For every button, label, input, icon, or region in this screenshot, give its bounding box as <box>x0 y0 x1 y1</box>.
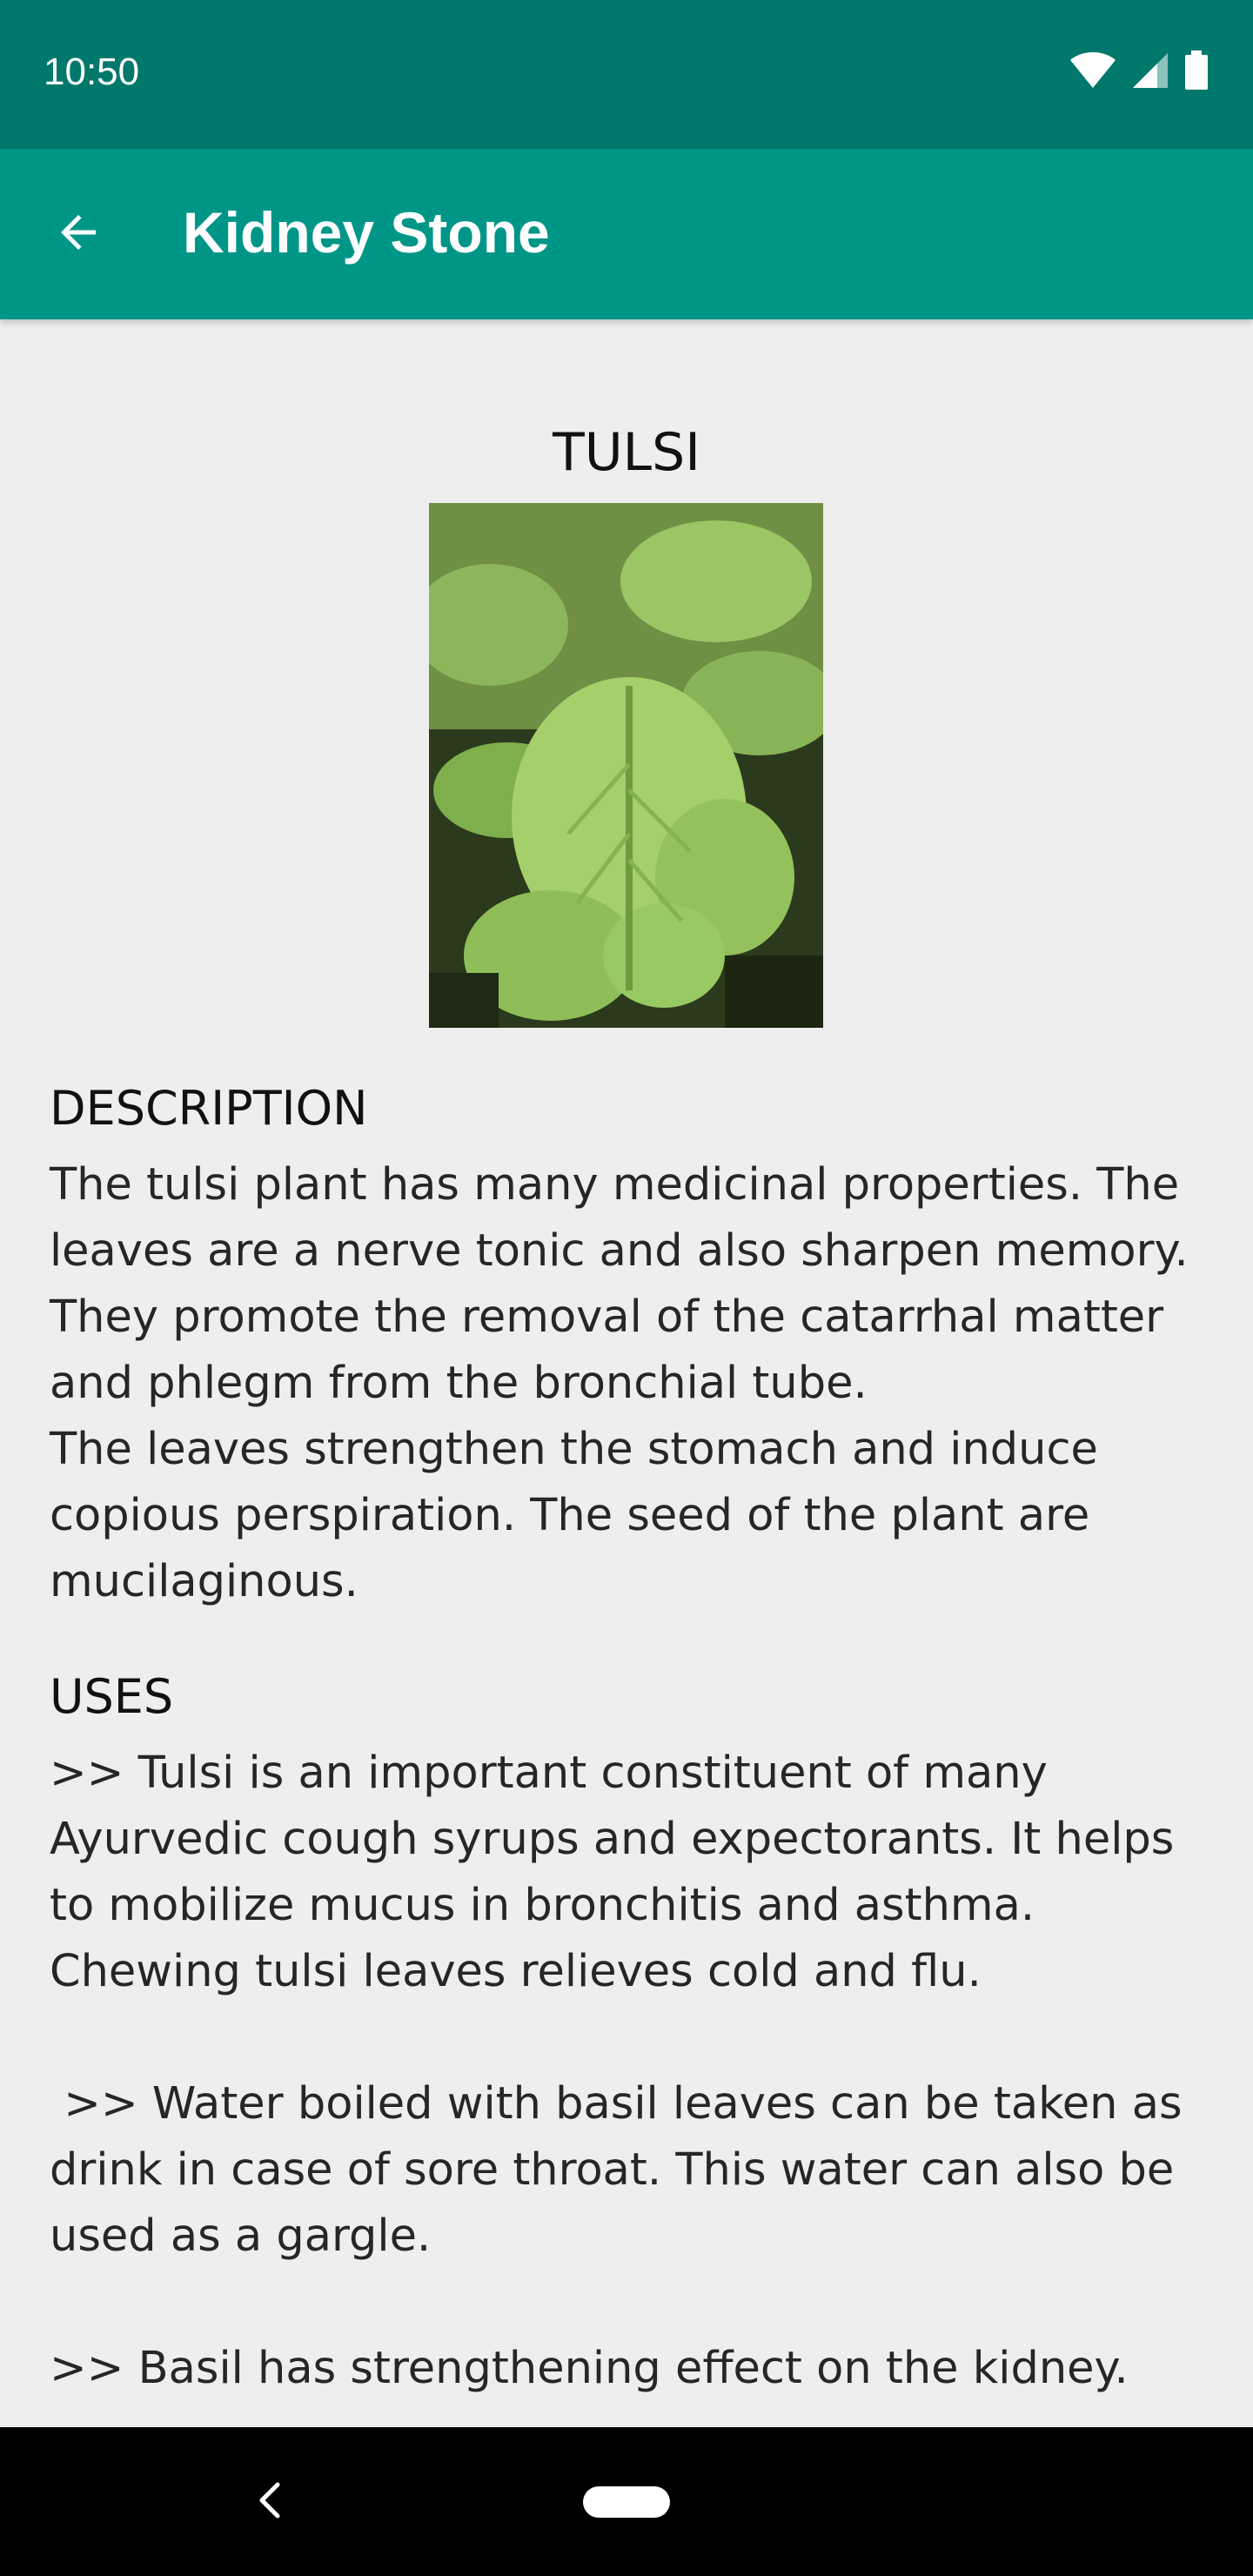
status-time: 10:50 <box>44 50 140 93</box>
uses-text: >> Tulsi is an important constituent of … <box>50 1748 1183 2394</box>
status-icons <box>1069 50 1209 94</box>
cellular-signal-icon <box>1131 51 1169 93</box>
arrow-back-icon <box>52 206 104 262</box>
wifi-icon <box>1069 51 1117 93</box>
status-bar: 10:50 <box>0 0 1253 149</box>
description-heading: DESCRIPTION <box>50 1081 368 1136</box>
battery-icon <box>1183 50 1209 94</box>
nav-back-button[interactable] <box>244 2467 296 2537</box>
description-text: The tulsi plant has many medicinal prope… <box>50 1159 1189 1607</box>
plant-name: TULSI <box>553 422 700 483</box>
content-scroll-area[interactable]: TULSI DESCRIPTION The tulsi plant has ma… <box>0 319 1253 2427</box>
system-nav-bar <box>0 2427 1253 2576</box>
nav-back-icon <box>257 2481 283 2523</box>
plant-image <box>412 503 838 1028</box>
back-button[interactable] <box>35 191 122 278</box>
page-title: Kidney Stone <box>183 200 550 265</box>
uses-heading: USES <box>50 1669 174 1724</box>
app-bar: Kidney Stone <box>0 149 1253 319</box>
home-pill-icon[interactable] <box>583 2486 670 2518</box>
